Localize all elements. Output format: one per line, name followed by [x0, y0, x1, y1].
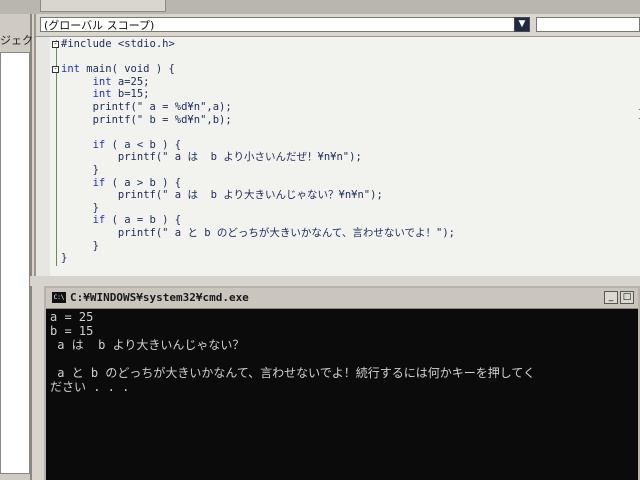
cmd-app-icon: C:\: [52, 292, 66, 303]
code-text: printf(" a と b のどっちが大きいかなんて、言わせないでよ！");: [117, 226, 456, 239]
code-line[interactable]: printf(" a は b より大きいんじゃない？¥n¥n");: [52, 189, 612, 202]
minimize-button[interactable]: _: [604, 291, 618, 304]
code-text: printf(" a は b より大きいんじゃない？¥n¥n");: [117, 189, 383, 202]
cmd-window[interactable]: C:\ C:¥WINDOWS¥system32¥cmd.exe _ □ a = …: [44, 286, 640, 480]
scope-dropdown-chevron-icon[interactable]: ▼: [514, 17, 530, 32]
file-tab[interactable]: [40, 0, 166, 12]
project-tree[interactable]: [0, 52, 30, 474]
code-text: }: [92, 163, 99, 176]
screen: ジェクト (グローバル スコープ) ▼ - #include <stdio.h> -…: [0, 0, 640, 480]
console-line: a = 25: [50, 310, 94, 324]
code-keyword: int: [92, 75, 112, 88]
cmd-title-bar[interactable]: C:\ C:¥WINDOWS¥system32¥cmd.exe _ □: [46, 288, 638, 309]
console-line: a と b のどっちが大きいかなんて、言わせないでよ！続行するには何かキーを押し…: [50, 366, 536, 380]
code-text: ( a > b ) {: [105, 176, 182, 189]
code-keyword: if: [92, 176, 106, 189]
code-text: }: [92, 239, 99, 252]
code-text: printf(" b = %d¥n",b);: [92, 113, 232, 126]
console-line: a は b より大きいんじゃない？: [50, 338, 245, 352]
code-line[interactable]: printf(" a は b より小さいんだぜ！¥n¥n");: [52, 151, 612, 164]
code-editor[interactable]: (グローバル スコープ) ▼ - #include <stdio.h> - int m…: [34, 14, 640, 276]
code-line[interactable]: - int main( void ) {: [52, 63, 612, 76]
code-text: a=25;: [111, 75, 150, 88]
desktop-background: [30, 276, 640, 286]
code-line[interactable]: }: [52, 164, 612, 177]
code-line[interactable]: - #include <stdio.h>: [52, 38, 612, 51]
code-keyword: int: [61, 63, 80, 76]
console-line: b = 15: [50, 324, 94, 338]
code-text: }: [61, 252, 68, 265]
code-line[interactable]: printf(" a と b のどっちが大きいかなんて、言わせないでよ！");: [52, 227, 612, 240]
code-line[interactable]: printf(" a = %d¥n",a);: [52, 101, 612, 114]
code-text: }: [92, 201, 99, 214]
code-line[interactable]: printf(" b = %d¥n",b);: [52, 114, 612, 127]
scope-bar: (グローバル スコープ) ▼: [36, 14, 640, 37]
code-text: ( a < b ) {: [105, 138, 182, 151]
cmd-title: C:¥WINDOWS¥system32¥cmd.exe: [70, 291, 249, 304]
code-line[interactable]: int b=15;: [52, 88, 612, 101]
scope-dropdown[interactable]: (グローバル スコープ): [40, 17, 530, 32]
maximize-button[interactable]: □: [620, 291, 634, 304]
code-text: printf(" a = %d¥n",a);: [92, 100, 232, 113]
code-text-area[interactable]: - #include <stdio.h> - int main( void ) { i…: [52, 38, 612, 274]
member-dropdown[interactable]: [536, 17, 640, 32]
tab-strip: [0, 0, 640, 14]
cmd-output: a = 25 b = 15 a は b より大きいんじゃない？ a と b のどっ…: [50, 310, 630, 480]
code-line[interactable]: if ( a = b ) {: [52, 214, 612, 227]
code-keyword: if: [92, 138, 106, 151]
code-line[interactable]: }: [52, 240, 612, 253]
scope-dropdown-label: (グローバル スコープ): [44, 19, 155, 32]
code-line[interactable]: }: [52, 252, 612, 265]
editor-gutter: [36, 37, 50, 276]
code-keyword: if: [92, 214, 106, 227]
code-text: ( a = b ) {: [105, 214, 182, 227]
project-panel: ジェクト: [0, 14, 44, 480]
code-line[interactable]: int a=25;: [52, 76, 612, 89]
code-line[interactable]: [52, 126, 612, 139]
code-line[interactable]: [52, 51, 612, 64]
fold-toggle-icon[interactable]: -: [52, 65, 59, 73]
code-text: b=15;: [111, 88, 150, 101]
code-line[interactable]: if ( a > b ) {: [52, 177, 612, 190]
code-line[interactable]: if ( a < b ) {: [52, 139, 612, 152]
code-text: #include <stdio.h>: [61, 38, 175, 50]
code-text: printf(" a は b より小さいんだぜ！¥n¥n");: [117, 151, 362, 164]
code-keyword: int: [92, 88, 112, 101]
fold-toggle-icon[interactable]: -: [52, 40, 59, 48]
code-text: main( void ) {: [79, 63, 175, 76]
code-line[interactable]: }: [52, 202, 612, 215]
console-line: ださい . . .: [50, 380, 130, 394]
